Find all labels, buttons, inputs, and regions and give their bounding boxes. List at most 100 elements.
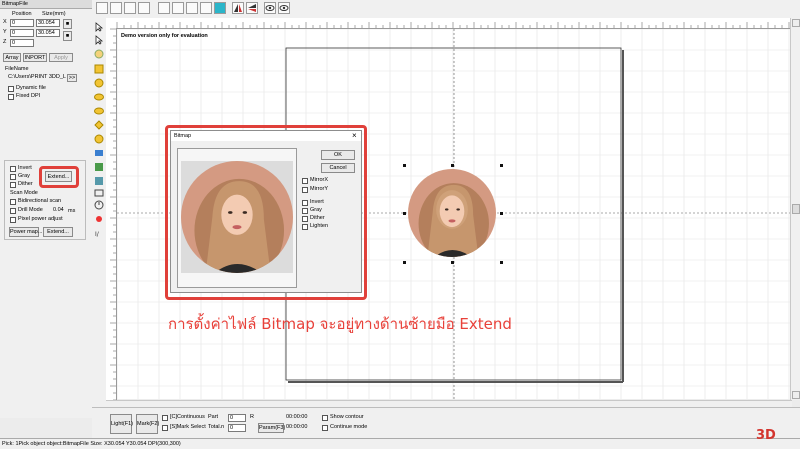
dither-label: Dither (18, 181, 33, 187)
selection-handle[interactable] (500, 212, 503, 215)
lock-icon: ■ (65, 33, 70, 39)
input-port-icon[interactable]: I/ (94, 228, 104, 238)
filename-value: C:\Users\PRINT 3DD_LA( (8, 74, 66, 80)
lock-ratio-button[interactable]: ■ (63, 31, 72, 41)
unlock-icon[interactable] (172, 2, 184, 14)
mark-select-checkbox[interactable] (162, 425, 168, 431)
x-label: X (3, 19, 7, 25)
selection-handle[interactable] (451, 261, 454, 264)
import-button[interactable]: INPORT (23, 53, 47, 62)
elapsed-time: 00:00:00 (286, 414, 308, 420)
total-field[interactable]: 0 (228, 424, 246, 432)
color-pick-icon[interactable] (214, 2, 226, 14)
app-window: BitmapFile Position Size(mm) X 0 30.054 … (0, 0, 800, 448)
brand-logo: 3D (756, 428, 776, 443)
continue-mode-checkbox[interactable] (322, 425, 328, 431)
selection-handle[interactable] (500, 164, 503, 167)
lock-all-icon[interactable] (186, 2, 198, 14)
height-field[interactable]: 30.054 (36, 29, 60, 37)
reset-label[interactable]: R (250, 414, 254, 421)
status-bar: Pick: 1Pick object object:BitmapFile Siz… (0, 438, 800, 448)
part-field[interactable]: 0 (228, 414, 246, 422)
pixel-power-label: Pixel power adjust (18, 216, 63, 222)
drill-unit: ms (68, 208, 76, 214)
mirror-horizontal-icon[interactable] (232, 2, 244, 14)
ellipse-tool-icon[interactable] (94, 92, 104, 102)
gray-label: Gray (18, 173, 30, 179)
mirror-vertical-icon[interactable] (246, 2, 258, 14)
dither-checkbox[interactable] (10, 182, 16, 188)
delay-icon[interactable] (94, 214, 104, 224)
eye-closed-icon[interactable] (278, 2, 290, 14)
lock-icon[interactable] (158, 2, 170, 14)
drill-value[interactable]: 0.04 (53, 207, 64, 214)
selection-handle[interactable] (500, 261, 503, 264)
continuous-checkbox[interactable] (162, 415, 168, 421)
property-panel: BitmapFile Position Size(mm) X 0 30.054 … (0, 0, 93, 418)
mark-select-label: [S]Mark Select (170, 424, 206, 430)
y-label: Y (3, 29, 7, 35)
bidirectional-checkbox[interactable] (10, 199, 16, 205)
align-left-icon[interactable] (96, 2, 108, 14)
lock-size-button[interactable]: ■ (63, 19, 72, 29)
apply-button[interactable]: Apply (49, 53, 73, 62)
dynamic-file-checkbox[interactable] (8, 86, 14, 92)
canvas-portrait-image[interactable] (408, 169, 496, 257)
vector-file-icon[interactable] (94, 176, 104, 186)
align-right-icon[interactable] (110, 2, 122, 14)
light-button[interactable]: Light(F1) (110, 414, 133, 434)
total-time: 00:00:00 (286, 424, 308, 430)
node-pointer-icon[interactable] (94, 35, 104, 45)
dynamic-file-label: Dynamic file (16, 85, 46, 91)
show-contour-label: Show contour (330, 414, 364, 420)
x-position-field[interactable]: 0 (10, 19, 34, 27)
text-tool-icon[interactable] (94, 134, 104, 144)
scroll-down-icon[interactable] (792, 391, 800, 399)
array-button[interactable]: Array (3, 53, 21, 62)
param-button[interactable]: Param(F3) (258, 423, 285, 433)
z-position-field[interactable]: 0 (10, 39, 34, 47)
power-map-button[interactable]: Power map... (9, 227, 42, 237)
scroll-up-icon[interactable] (792, 19, 800, 27)
eye-icon[interactable] (264, 2, 276, 14)
y-position-field[interactable]: 0 (10, 29, 34, 37)
pixel-power-checkbox[interactable] (10, 217, 16, 223)
z-label: Z (3, 39, 7, 45)
invert-checkbox[interactable] (10, 166, 16, 172)
selection-handle[interactable] (403, 164, 406, 167)
scroll-thumb[interactable] (792, 204, 800, 214)
browse-button[interactable]: >> (67, 74, 77, 82)
show-contour-checkbox[interactable] (322, 415, 328, 421)
gray-checkbox[interactable] (10, 174, 16, 180)
selection-handle[interactable] (403, 212, 406, 215)
node-edit-icon[interactable] (200, 2, 212, 14)
align-bottom-icon[interactable] (138, 2, 150, 14)
barcode-tool-icon[interactable] (94, 148, 104, 158)
horizontal-ruler (106, 18, 792, 29)
pointer-icon[interactable] (94, 22, 104, 32)
selection-handle[interactable] (451, 164, 454, 167)
timer-icon[interactable] (94, 188, 104, 198)
selection-handle[interactable] (403, 261, 406, 264)
continuous-label: [C]Continuous (170, 414, 205, 420)
circle-tool-icon[interactable] (94, 78, 104, 88)
vertical-scrollbar[interactable] (790, 18, 800, 400)
pan-hand-icon[interactable] (94, 49, 104, 59)
bitmap-tool-icon[interactable] (94, 162, 104, 172)
position-header: Position (12, 11, 32, 17)
invert-label: Invert (18, 165, 32, 171)
align-top-icon[interactable] (124, 2, 136, 14)
polygon-tool-icon[interactable] (94, 106, 104, 116)
bidirectional-label: Bidirectional scan (18, 198, 62, 204)
rectangle-tool-icon[interactable] (94, 64, 104, 74)
star-tool-icon[interactable] (94, 120, 104, 130)
clock-icon[interactable] (94, 200, 104, 210)
fixed-dpi-checkbox[interactable] (8, 94, 14, 100)
extend-scan-button[interactable]: Extend... (43, 227, 73, 237)
highlight-box-dialog (165, 125, 367, 300)
filename-label: FileName (5, 66, 29, 72)
mark-button[interactable]: Mark(F2) (136, 414, 159, 434)
panel-title: BitmapFile (0, 0, 92, 9)
drill-mode-checkbox[interactable] (10, 208, 16, 214)
width-field[interactable]: 30.054 (36, 19, 60, 27)
